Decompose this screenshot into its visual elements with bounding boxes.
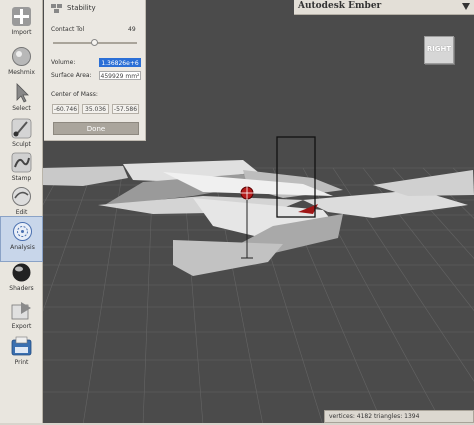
toolbar-label: Select: [12, 105, 31, 112]
toolbar-label: Edit: [15, 209, 28, 216]
toolbar-label: Print: [14, 359, 29, 366]
analysis-icon: [13, 222, 32, 241]
export-icon: [11, 302, 31, 320]
stamp-icon: [11, 152, 32, 173]
toolbar-label: Export: [11, 323, 32, 330]
center-of-mass-label: Center of Mass:: [51, 91, 98, 98]
meshmix-sphere-icon: [12, 47, 31, 66]
print-icon: [11, 336, 32, 356]
app-title: Autodesk Ember: [298, 1, 382, 11]
shaders-sphere-icon: [12, 263, 31, 282]
surface-area-label: Surface Area:: [51, 72, 92, 79]
view-cube[interactable]: RIGHT: [424, 36, 454, 64]
panel-title: Stability: [67, 4, 96, 12]
contact-tol-label: Contact Tol: [51, 26, 85, 33]
done-button[interactable]: Done: [53, 122, 139, 135]
contact-tol-value: 49: [128, 26, 136, 33]
toolbar-label: Analysis: [10, 244, 35, 251]
view-cube-label: RIGHT: [426, 45, 452, 53]
select-arrow-icon: [16, 83, 29, 103]
app-title-bar: Autodesk Ember: [294, 0, 474, 15]
toolbar-label: Sculpt: [12, 141, 31, 148]
com-y-field[interactable]: 35.036: [82, 104, 109, 114]
slider-thumb[interactable]: [91, 39, 99, 46]
com-z-field[interactable]: -57.586: [112, 104, 139, 114]
toolbar-print-button[interactable]: Print: [0, 332, 43, 378]
plus-icon: [12, 7, 31, 26]
stability-panel: Stability Contact Tol 49 Volume: 1.36826…: [44, 0, 146, 141]
toolbar-label: Shaders: [9, 285, 34, 292]
sculpt-brush-icon: [11, 118, 32, 139]
toolbar-label: Meshmix: [8, 69, 35, 76]
status-bar: vertices: 4182 triangles: 1394: [324, 410, 474, 423]
title-menu-arrow-icon[interactable]: [462, 3, 470, 10]
left-toolbar: Import Meshmix Select Sculpt Stamp Edit …: [0, 0, 43, 425]
toolbar-analysis-button[interactable]: Analysis: [0, 216, 43, 262]
toolbar-label: Stamp: [11, 175, 32, 182]
volume-label: Volume:: [51, 59, 76, 66]
toolbar-label: Import: [11, 29, 32, 36]
volume-field[interactable]: 1.36826e+6: [99, 58, 141, 67]
surface-area-field[interactable]: 459929 mm²: [99, 71, 141, 80]
app-window: Autodesk Ember RIGHT Import Meshmix Sele…: [0, 0, 474, 425]
edit-icon: [12, 187, 31, 206]
stability-icon: [51, 4, 62, 13]
contact-tol-slider[interactable]: [53, 39, 137, 46]
com-x-field[interactable]: -60.746: [52, 104, 79, 114]
